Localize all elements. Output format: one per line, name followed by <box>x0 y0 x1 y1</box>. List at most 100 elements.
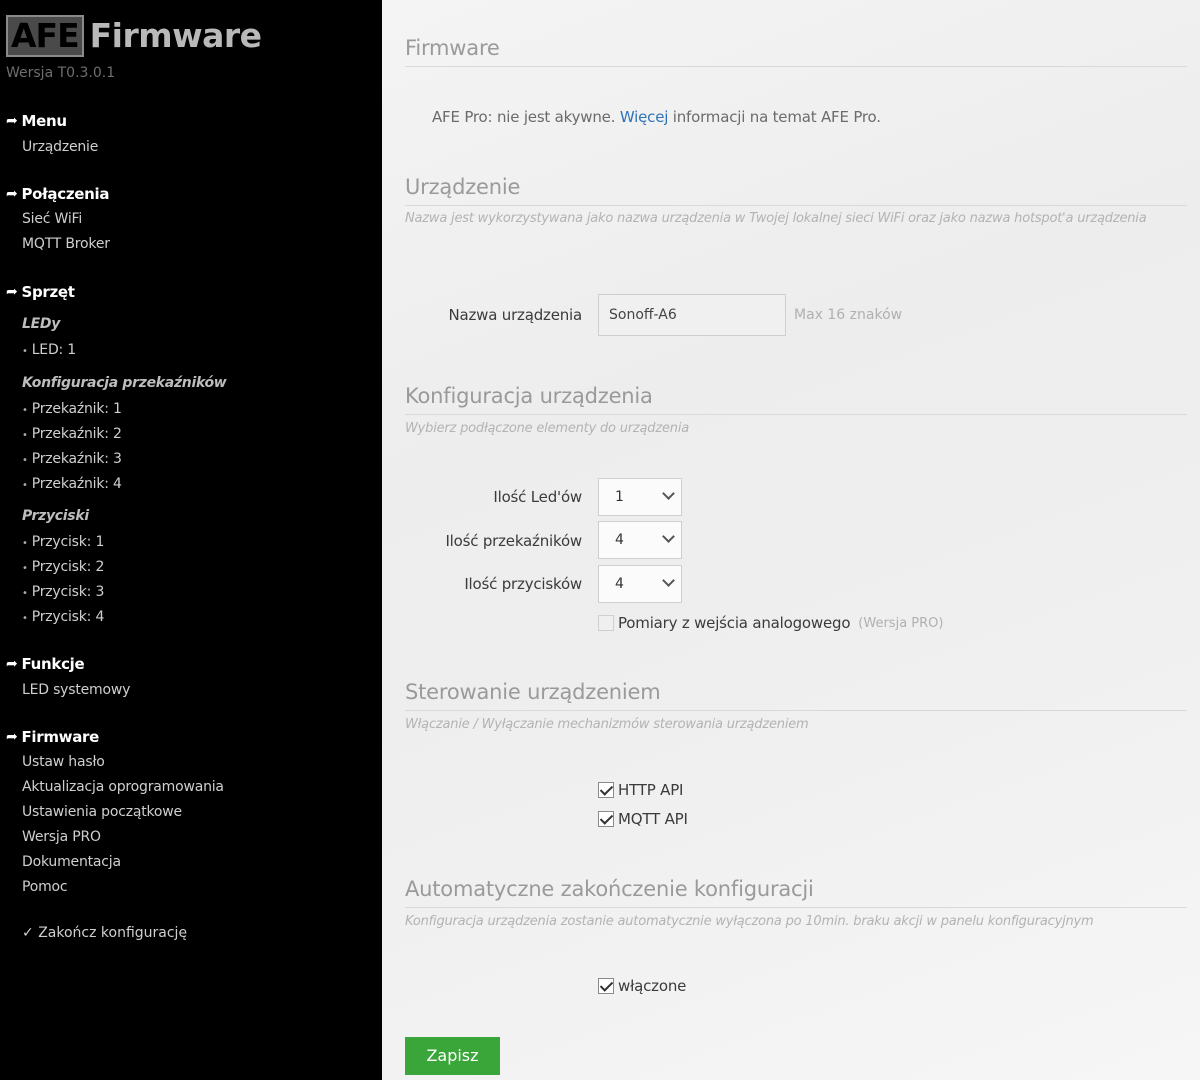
finish-configuration-link[interactable]: ✓ Zakończ konfigurację <box>22 925 187 941</box>
arrow-icon: ➦ <box>6 729 18 745</box>
sidebar-section-menu: ➦ Menu <box>6 112 67 130</box>
bullet-icon: • <box>22 405 28 416</box>
sidebar-item-button-1[interactable]: • Przycisk: 1 <box>22 534 104 550</box>
sidebar-item-device[interactable]: Urządzenie <box>22 139 98 155</box>
sidebar-section-label: Połączenia <box>21 185 110 203</box>
device-name-hint: Max 16 znaków <box>794 307 903 323</box>
auto-finish-row: włączone <box>598 977 686 995</box>
device-name-input[interactable]: Sonoff-A6 <box>598 294 786 336</box>
section-title-control: Sterowanie urządzeniem <box>405 680 1187 711</box>
bullet-icon: • <box>22 480 28 491</box>
bullet-icon: • <box>22 563 28 574</box>
sidebar-item-button-2[interactable]: • Przycisk: 2 <box>22 559 104 575</box>
sidebar-item-label: Przekaźnik: 2 <box>31 426 122 442</box>
sidebar-item-label: Przycisk: 3 <box>31 584 105 600</box>
section-title-auto-finish: Automatyczne zakończenie konfiguracji <box>405 877 1187 908</box>
sidebar-item-relay-1[interactable]: • Przekaźnik: 1 <box>22 401 122 417</box>
sidebar-item-label: Przycisk: 2 <box>31 559 105 575</box>
pro-info-after: informacji na temat AFE Pro. <box>668 108 881 126</box>
mqtt-api-checkbox[interactable] <box>598 811 614 827</box>
bullet-icon: • <box>22 455 28 466</box>
sidebar-item-help[interactable]: Pomoc <box>22 879 68 895</box>
pro-info-text: AFE Pro: nie jest akywne. Więcej informa… <box>432 108 881 126</box>
chevron-down-icon <box>662 487 675 500</box>
mqtt-api-row: MQTT API <box>598 810 688 828</box>
sidebar-item-pro-version[interactable]: Wersja PRO <box>22 829 101 845</box>
sidebar-section-firmware: ➦ Firmware <box>6 728 99 746</box>
analog-input-checkbox[interactable] <box>598 615 614 631</box>
sidebar-item-factory-reset[interactable]: Ustawienia początkowe <box>22 804 182 820</box>
sidebar-item-documentation[interactable]: Dokumentacja <box>22 854 121 870</box>
save-button[interactable]: Zapisz <box>405 1037 500 1075</box>
sidebar-item-firmware-update[interactable]: Aktualizacja oprogramowania <box>22 779 224 795</box>
section-title-firmware: Firmware <box>405 36 1187 67</box>
sidebar-section-label: Sprzęt <box>21 283 75 301</box>
auto-finish-label: włączone <box>618 977 687 995</box>
section-title-config: Konfiguracja urządzenia <box>405 384 1187 415</box>
finish-configuration-label: Zakończ konfigurację <box>38 925 188 941</box>
sidebar-subhead-relays: Konfiguracja przekaźników <box>22 375 227 391</box>
buttons-count-select[interactable]: 4 <box>598 565 682 603</box>
sidebar-item-label: LED: 1 <box>31 342 77 358</box>
section-desc-auto-finish: Konfiguracja urządzenia zostanie automat… <box>405 914 1094 929</box>
analog-input-label: Pomiary z wejścia analogowego <box>618 614 851 632</box>
sidebar-item-led-1[interactable]: • LED: 1 <box>22 342 76 358</box>
section-title-device: Urządzenie <box>405 175 1187 206</box>
sidebar: AFE Firmware Wersja T0.3.0.1 ➦ Menu Urzą… <box>0 0 382 1080</box>
section-desc-config: Wybierz podłączone elementy do urządzeni… <box>405 421 689 436</box>
device-name-label: Nazwa urządzenia <box>448 306 582 324</box>
sidebar-item-wifi[interactable]: Sieć WiFi <box>22 211 82 227</box>
leds-count-value: 1 <box>615 489 624 505</box>
sidebar-item-label: Przekaźnik: 1 <box>31 401 122 417</box>
section-desc-device: Nazwa jest wykorzystywana jako nazwa urz… <box>405 211 1147 226</box>
logo: AFE Firmware <box>6 15 262 57</box>
logo-mark: AFE <box>6 15 84 57</box>
sidebar-item-relay-3[interactable]: • Przekaźnik: 3 <box>22 451 122 467</box>
main-content: Firmware AFE Pro: nie jest akywne. Więce… <box>382 0 1200 1080</box>
arrow-icon: ➦ <box>6 656 18 672</box>
buttons-count-value: 4 <box>615 576 624 592</box>
sidebar-section-label: Firmware <box>21 728 100 746</box>
bullet-icon: • <box>22 346 28 357</box>
logo-text: Firmware <box>89 16 262 55</box>
sidebar-section-label: Menu <box>21 112 67 130</box>
arrow-icon: ➦ <box>6 186 18 202</box>
version-text: Wersja T0.3.0.1 <box>6 65 116 81</box>
auto-finish-checkbox[interactable] <box>598 978 614 994</box>
http-api-label: HTTP API <box>618 781 684 799</box>
sidebar-section-label: Funkcje <box>21 655 85 673</box>
sidebar-item-relay-4[interactable]: • Przekaźnik: 4 <box>22 476 122 492</box>
relays-count-select[interactable]: 4 <box>598 521 682 559</box>
sidebar-item-set-password[interactable]: Ustaw hasło <box>22 754 105 770</box>
http-api-row: HTTP API <box>598 781 683 799</box>
pro-version-note: (Wersja PRO) <box>858 615 944 631</box>
leds-count-select[interactable]: 1 <box>598 478 682 516</box>
relays-count-value: 4 <box>615 532 624 548</box>
sidebar-item-label: Przekaźnik: 4 <box>31 476 122 492</box>
relays-count-label: Ilość przekaźników <box>445 532 582 550</box>
mqtt-api-label: MQTT API <box>618 810 688 828</box>
more-info-link[interactable]: Więcej <box>620 108 669 126</box>
http-api-checkbox[interactable] <box>598 782 614 798</box>
sidebar-subhead-leds: LEDy <box>22 316 61 332</box>
sidebar-section-hardware: ➦ Sprzęt <box>6 283 75 301</box>
section-desc-control: Włączanie / Wyłączanie mechanizmów stero… <box>405 717 809 732</box>
check-icon: ✓ <box>22 925 34 941</box>
sidebar-item-label: Przycisk: 4 <box>31 609 105 625</box>
sidebar-item-relay-2[interactable]: • Przekaźnik: 2 <box>22 426 122 442</box>
chevron-down-icon <box>662 530 675 543</box>
sidebar-item-button-3[interactable]: • Przycisk: 3 <box>22 584 104 600</box>
chevron-down-icon <box>662 574 675 587</box>
sidebar-item-label: Przycisk: 1 <box>31 534 105 550</box>
leds-count-label: Ilość Led'ów <box>493 488 582 506</box>
sidebar-item-mqtt[interactable]: MQTT Broker <box>22 236 110 252</box>
arrow-icon: ➦ <box>6 113 18 129</box>
sidebar-section-functions: ➦ Funkcje <box>6 655 85 673</box>
sidebar-item-button-4[interactable]: • Przycisk: 4 <box>22 609 104 625</box>
sidebar-item-label: Przekaźnik: 3 <box>31 451 122 467</box>
analog-input-row: Pomiary z wejścia analogowego (Wersja PR… <box>598 614 943 632</box>
bullet-icon: • <box>22 538 28 549</box>
sidebar-item-system-led[interactable]: LED systemowy <box>22 682 130 698</box>
buttons-count-label: Ilość przycisków <box>464 575 582 593</box>
sidebar-subhead-buttons: Przyciski <box>22 508 89 524</box>
